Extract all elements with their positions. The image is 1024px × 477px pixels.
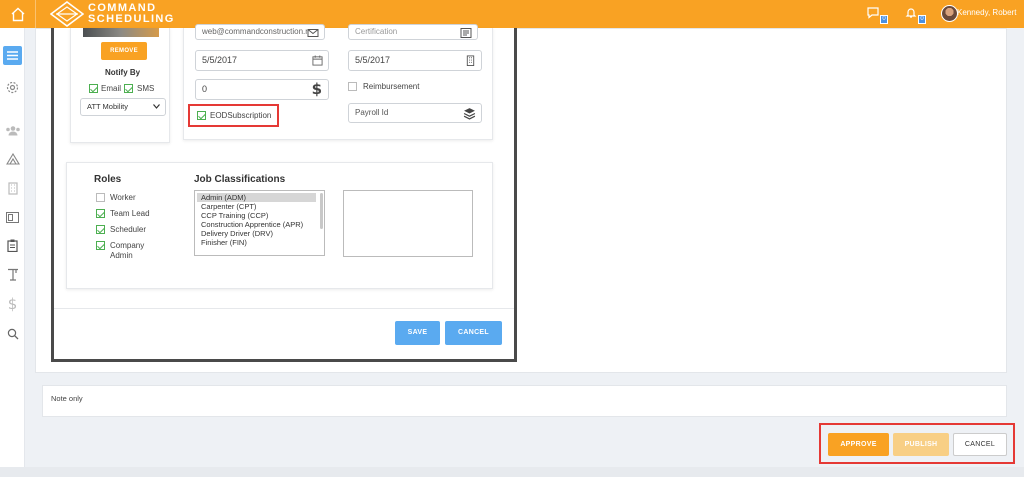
- sidebar-item-search[interactable]: [3, 324, 22, 343]
- clipboard-icon: [7, 239, 18, 252]
- chevron-down-icon: [153, 104, 160, 109]
- logo-line-2: SCHEDULING: [88, 13, 175, 25]
- home-button[interactable]: [0, 0, 36, 28]
- payroll-id-field[interactable]: Payroll Id: [348, 103, 482, 123]
- gear-icon: [6, 81, 19, 94]
- chat-icon: [867, 7, 879, 19]
- notify-by-label: Notify By: [105, 68, 141, 77]
- notifications-button[interactable]: 0: [904, 6, 926, 24]
- calendar-icon: [312, 55, 323, 66]
- payroll-id-placeholder: Payroll Id: [355, 108, 389, 117]
- eod-subscription-label: EODSubscription: [210, 111, 272, 120]
- sidebar-item-billing[interactable]: $: [3, 294, 22, 313]
- sidebar-item-menu[interactable]: [3, 46, 22, 65]
- role-scheduler-checkbox[interactable]: [96, 225, 105, 234]
- menu-icon: [7, 51, 18, 60]
- email-label: Email: [101, 84, 122, 93]
- remove-photo-button[interactable]: REMOVE: [101, 42, 147, 60]
- sidebar-item-sites[interactable]: [3, 149, 22, 168]
- top-bar: COMMAND SCHEDULING 0 0 Kennedy, Robert: [0, 0, 1024, 28]
- profile-panel: REMOVE Notify By Email SMS ATT Mobility: [70, 28, 170, 143]
- profile-photo: [83, 28, 159, 37]
- sms-checkbox[interactable]: [124, 84, 133, 93]
- amount-value: 0: [202, 84, 208, 94]
- home-icon: [11, 7, 24, 21]
- sms-label: SMS: [137, 84, 155, 93]
- selected-classifications-list[interactable]: [343, 190, 473, 257]
- start-date-field[interactable]: 5/5/2017: [195, 50, 329, 71]
- role-team-lead-label: Team Lead: [110, 209, 150, 218]
- crane-icon: [7, 268, 18, 281]
- bottom-bar: [0, 467, 1024, 477]
- sidebar-item-buildings[interactable]: [3, 179, 22, 198]
- building-icon: [7, 182, 18, 195]
- dollar-icon: $: [311, 80, 322, 98]
- certificate-icon: [460, 28, 472, 38]
- role-worker-checkbox[interactable]: [96, 193, 105, 202]
- logo-icon: [50, 1, 84, 27]
- board-icon: [6, 212, 19, 223]
- save-button[interactable]: SAVE: [395, 321, 440, 345]
- end-date-value: 5/5/2017: [355, 55, 391, 65]
- role-company-admin-checkbox[interactable]: [96, 241, 105, 250]
- email-field[interactable]: web@commandconstruction.n: [195, 24, 325, 40]
- envelope-icon: [307, 27, 319, 39]
- employee-modal: REMOVE Notify By Email SMS ATT Mobility …: [51, 24, 517, 362]
- role-team-lead-checkbox[interactable]: [96, 209, 105, 218]
- reimbursement-label: Reimbursement: [363, 82, 420, 91]
- avatar[interactable]: [941, 5, 958, 22]
- layers-icon: [463, 108, 476, 120]
- role-company-admin-label: Company: [110, 241, 145, 250]
- bell-icon: [905, 8, 917, 18]
- list-scrollbar[interactable]: [320, 193, 323, 229]
- logo-text: COMMAND SCHEDULING: [88, 3, 175, 25]
- start-date-value: 5/5/2017: [202, 55, 238, 65]
- job-option[interactable]: Carpenter (CPT): [195, 202, 324, 211]
- job-option[interactable]: Delivery Driver (DRV): [195, 229, 324, 238]
- role-company-admin-label-2: Admin: [110, 251, 133, 260]
- job-option[interactable]: Finisher (FIN): [195, 238, 324, 247]
- job-option[interactable]: Admin (ADM): [197, 193, 316, 202]
- job-classifications-list[interactable]: Admin (ADM) Carpenter (CPT) CCP Training…: [194, 190, 325, 256]
- reimbursement-checkbox[interactable]: [348, 82, 357, 91]
- sidebar: $: [0, 28, 25, 477]
- building-small-icon: [466, 55, 475, 66]
- job-option[interactable]: CCP Training (CCP): [195, 211, 324, 220]
- modal-cancel-button[interactable]: CANCEL: [445, 321, 502, 345]
- dollar-icon: $: [7, 294, 18, 313]
- job-classifications-title: Job Classifications: [194, 174, 286, 185]
- role-scheduler-label: Scheduler: [110, 225, 147, 234]
- email-field-value: web@commandconstruction.n: [202, 27, 310, 36]
- approve-button[interactable]: APPROVE: [828, 433, 889, 456]
- notifications-badge: 0: [918, 15, 926, 24]
- role-worker-label: Worker: [110, 193, 136, 202]
- sites-icon: [5, 152, 20, 165]
- amount-field[interactable]: 0 $: [195, 79, 329, 100]
- sidebar-item-settings[interactable]: [3, 78, 22, 97]
- messages-badge: 0: [880, 15, 888, 24]
- modal-footer-divider: [54, 308, 514, 309]
- note-text: Note only: [51, 394, 83, 403]
- sidebar-item-crane[interactable]: [3, 265, 22, 284]
- certification-placeholder: Certification: [355, 27, 398, 36]
- sidebar-item-users[interactable]: [3, 121, 22, 140]
- end-date-field[interactable]: 5/5/2017: [348, 50, 482, 71]
- carrier-select-value: ATT Mobility: [87, 102, 128, 111]
- note-box[interactable]: Note only: [42, 385, 1007, 417]
- messages-button[interactable]: 0: [866, 6, 888, 24]
- eod-subscription-checkbox[interactable]: [197, 111, 206, 120]
- users-icon: [5, 126, 20, 136]
- email-checkbox[interactable]: [89, 84, 98, 93]
- search-icon: [7, 328, 18, 339]
- user-name[interactable]: Kennedy, Robert: [957, 8, 1016, 17]
- publish-button[interactable]: PUBLISH: [893, 433, 949, 456]
- sidebar-item-board[interactable]: [3, 208, 22, 227]
- carrier-select[interactable]: ATT Mobility: [80, 98, 166, 116]
- roles-title: Roles: [94, 174, 122, 185]
- footer-cancel-button[interactable]: CANCEL: [953, 433, 1007, 456]
- certification-field[interactable]: Certification: [348, 24, 478, 40]
- sidebar-item-clipboard[interactable]: [3, 236, 22, 255]
- job-option[interactable]: Construction Apprentice (APR): [195, 220, 324, 229]
